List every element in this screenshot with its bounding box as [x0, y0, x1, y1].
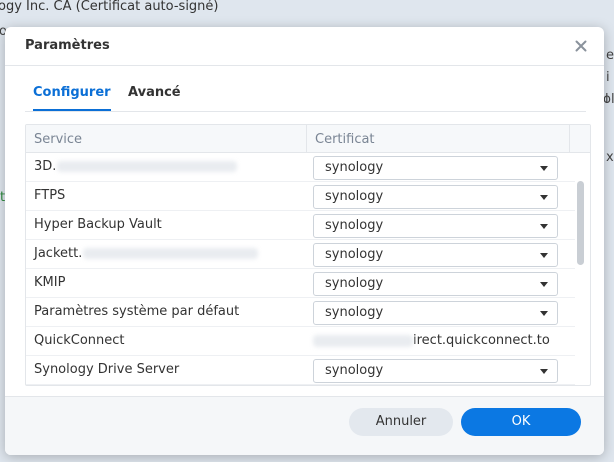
column-separator	[569, 125, 570, 153]
table-header: Service Certificat	[26, 125, 590, 153]
select-value: synology	[325, 363, 384, 378]
redacted-text	[83, 248, 259, 259]
service-label: Jackett.	[34, 246, 83, 261]
tab-configurer[interactable]: Configurer	[33, 85, 111, 100]
table-row[interactable]: QuickConnect irect.quickconnect.to	[26, 327, 575, 356]
dialog-header: Paramètres	[5, 27, 604, 65]
background-fragment: i	[606, 70, 610, 85]
tab-avance[interactable]: Avancé	[128, 85, 181, 100]
column-header-service[interactable]: Service	[34, 132, 82, 147]
select-value: synology	[325, 218, 384, 233]
background-certificate-text: ogy Inc. CA (Certificat auto-signé)	[0, 0, 219, 14]
service-name: FTPS	[34, 188, 66, 203]
chevron-down-icon	[540, 253, 548, 258]
table-row[interactable]: Jackett. synology	[26, 240, 575, 269]
select-value: synology	[325, 276, 384, 291]
chevron-down-icon	[540, 224, 548, 229]
ok-button[interactable]: OK	[461, 408, 581, 436]
certificate-select[interactable]: synology	[313, 272, 558, 296]
column-separator	[306, 125, 307, 153]
redacted-text	[313, 334, 413, 347]
background-fragment: olo	[603, 92, 614, 107]
service-label: 3D.	[34, 159, 57, 174]
chevron-down-icon	[540, 282, 548, 287]
certificate-label: irect.quickconnect.to	[413, 333, 550, 348]
service-name: Hyper Backup Vault	[34, 217, 162, 232]
service-name: KMIP	[34, 275, 66, 290]
service-name: Jackett.	[34, 246, 259, 261]
select-value: synology	[325, 305, 384, 320]
certificate-select[interactable]: synology	[313, 301, 558, 325]
select-value: synology	[325, 189, 384, 204]
close-icon[interactable]	[572, 37, 590, 55]
chevron-down-icon	[540, 166, 548, 171]
dialog-title: Paramètres	[25, 38, 110, 53]
chevron-down-icon	[540, 311, 548, 316]
services-table: Service Certificat 3D. synology FTPS syn…	[25, 124, 591, 386]
certificate-value: irect.quickconnect.to	[313, 333, 550, 348]
service-name: Synology Drive Server	[34, 362, 180, 377]
service-name: 3D.	[34, 159, 238, 174]
cancel-button[interactable]: Annuler	[349, 408, 453, 436]
tabs-divider	[25, 111, 586, 112]
table-scrollbar[interactable]	[577, 181, 584, 265]
select-value: synology	[325, 160, 384, 175]
service-name: QuickConnect	[34, 333, 125, 348]
chevron-down-icon	[540, 369, 548, 374]
dialog-footer: Annuler OK	[5, 397, 604, 455]
column-header-certificat[interactable]: Certificat	[315, 132, 375, 147]
table-row[interactable]: Hyper Backup Vault synology	[26, 211, 575, 240]
select-value: synology	[325, 247, 384, 262]
table-row[interactable]: Paramètres système par défaut synology	[26, 298, 575, 327]
background-fragment: e	[606, 48, 614, 63]
redacted-text	[57, 161, 238, 172]
background-fragment: x	[606, 150, 614, 165]
table-row[interactable]: Synology Drive Server synology	[26, 356, 575, 385]
settings-dialog: Paramètres Configurer Avancé Service Cer…	[5, 27, 604, 455]
certificate-select[interactable]: synology	[313, 185, 558, 209]
certificate-select[interactable]: synology	[313, 214, 558, 238]
certificate-select[interactable]: synology	[313, 359, 558, 383]
table-row[interactable]: FTPS synology	[26, 182, 575, 211]
table-row[interactable]: KMIP synology	[26, 269, 575, 298]
table-row[interactable]: 3D. synology	[26, 153, 575, 182]
service-name: Paramètres système par défaut	[34, 304, 240, 319]
certificate-select[interactable]: synology	[313, 243, 558, 267]
header-divider	[5, 65, 604, 66]
certificate-select[interactable]: synology	[313, 156, 558, 180]
chevron-down-icon	[540, 195, 548, 200]
